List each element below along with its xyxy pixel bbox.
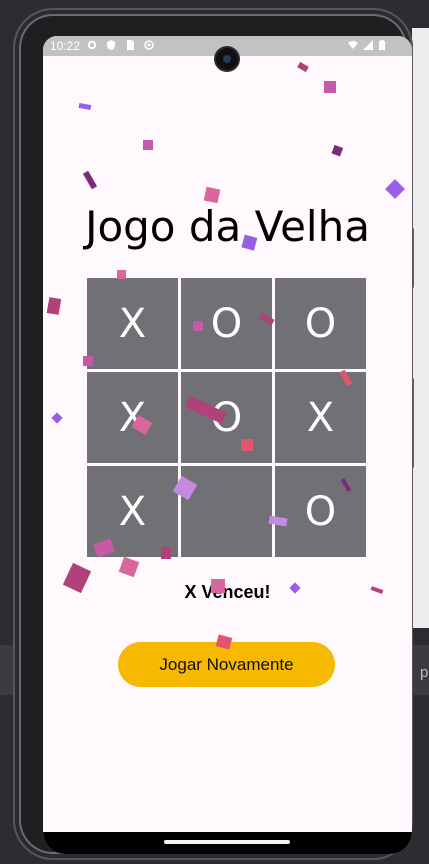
status-time: 10:22 — [50, 39, 81, 53]
ide-side-panel — [412, 28, 429, 628]
confetti-piece — [324, 81, 336, 93]
front-camera — [216, 48, 238, 70]
result-message: X Venceu! — [184, 582, 271, 602]
battery-icon — [379, 40, 385, 50]
sim-icon — [127, 40, 134, 50]
board-cell-3-1[interactable]: X — [87, 466, 178, 557]
navigation-bar — [43, 832, 412, 854]
confetti-piece — [385, 179, 405, 199]
wifi-icon — [348, 41, 358, 49]
game-board: X O O X O X X O — [87, 278, 366, 557]
play-again-button[interactable]: Jogar Novamente — [118, 642, 335, 687]
ide-edge-text: p — [420, 664, 429, 681]
shield-icon — [107, 40, 115, 50]
confetti-piece — [203, 186, 221, 204]
signal-icon — [363, 40, 373, 50]
home-gesture-handle[interactable] — [164, 840, 290, 844]
game-title: Jogo da Velha — [85, 202, 370, 251]
confetti-piece — [46, 297, 62, 315]
confetti-piece — [143, 140, 153, 150]
location-icon — [144, 40, 154, 50]
confetti-piece — [331, 144, 344, 157]
board-cell-1-3[interactable]: O — [275, 278, 366, 369]
confetti-piece — [78, 102, 92, 110]
board-cell-2-3[interactable]: X — [275, 372, 366, 463]
confetti-piece — [118, 556, 140, 578]
phone-frame: 10:22 Jogo da Velha X O O X O X X O X Ve… — [13, 8, 414, 860]
confetti-piece — [297, 61, 309, 73]
confetti-piece — [82, 170, 98, 190]
board-cell-3-2[interactable] — [181, 466, 272, 557]
confetti-piece — [51, 412, 63, 424]
board-cell-2-1[interactable]: X — [87, 372, 178, 463]
board-cell-3-3[interactable]: O — [275, 466, 366, 557]
settings-icon — [87, 40, 97, 50]
board-cell-1-1[interactable]: X — [87, 278, 178, 369]
board-cell-2-2[interactable]: O — [181, 372, 272, 463]
board-cell-1-2[interactable]: O — [181, 278, 272, 369]
app-screen: 10:22 Jogo da Velha X O O X O X X O X Ve… — [43, 36, 412, 854]
